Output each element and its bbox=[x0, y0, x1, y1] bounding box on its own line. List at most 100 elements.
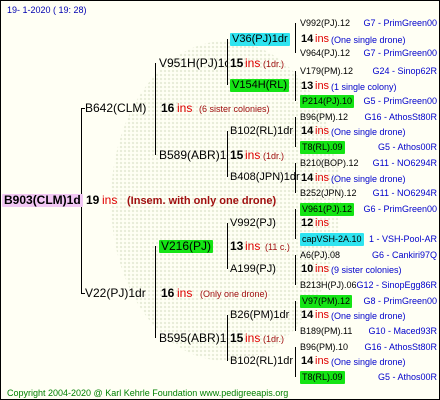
queen-g3-1[interactable]: V36(PJ)1dr bbox=[230, 33, 290, 46]
queen-g4-10[interactable]: capVSH-2A.10 bbox=[300, 233, 364, 246]
origin-g4-9: G6 - PrimGreen00 bbox=[363, 204, 437, 214]
origin-g4-14: G10 - Maced93R bbox=[368, 326, 437, 336]
queen-g2-1[interactable]: V951H(PJ)1c bbox=[159, 57, 227, 70]
g3-6-note: (9 sister colonies) bbox=[331, 265, 402, 275]
queen-g4-16[interactable]: T8(RL).09 bbox=[300, 371, 345, 384]
origin-g4-4: G5 - PrimGreen00 bbox=[363, 96, 437, 106]
g3-1-ins-label: ins bbox=[315, 33, 330, 45]
queen-g1-2[interactable]: V22(PJ)1dr bbox=[85, 287, 146, 300]
g2-1-note: (1dr.) bbox=[263, 59, 285, 69]
g3-5-ins-label: ins bbox=[315, 217, 330, 229]
g2-2-note: (1dr.) bbox=[263, 151, 285, 161]
queen-g3-2[interactable]: V154H(RL) bbox=[230, 79, 290, 92]
queen-g3-3[interactable]: B102(RL)1dr bbox=[230, 125, 293, 138]
g2-4-ins-label: ins bbox=[245, 331, 261, 345]
g1-2-ins-label: ins bbox=[177, 286, 193, 300]
origin-g4-16: G5 - Athos00R bbox=[377, 372, 437, 382]
g2-1-ins-label: ins bbox=[245, 56, 261, 70]
queen-g1-1[interactable]: B642(CLM) bbox=[85, 102, 146, 115]
g3-6-ins-label: ins bbox=[315, 263, 330, 275]
g2-4-note: (1dr.) bbox=[263, 334, 285, 344]
origin-g4-8: G11 - NO6294R bbox=[372, 188, 437, 198]
origin-g4-7: G11 - NO6294R bbox=[372, 158, 437, 168]
g3-7-ins-label: ins bbox=[315, 309, 330, 321]
g1-1-ins-count: 16 bbox=[161, 101, 175, 115]
g2-2-ins-label: ins bbox=[245, 148, 261, 162]
queen-g4-4[interactable]: P214(PJ).10 bbox=[300, 95, 355, 108]
g3-7-note: (One single drone) bbox=[331, 311, 406, 321]
queen-g4-12[interactable]: B213H(PJ).06 bbox=[300, 279, 357, 292]
g3-4-ins-count: 14 bbox=[301, 172, 314, 184]
queen-g4-8[interactable]: B252(JPN).12 bbox=[300, 187, 357, 200]
g3-6-ins-count: 10 bbox=[301, 263, 314, 275]
origin-g4-12: G12 - SinopEgg86R bbox=[356, 280, 437, 290]
origin-g4-11: G6 - Cankiri97Q bbox=[371, 250, 437, 260]
queen-g4-6[interactable]: T8(RL).09 bbox=[300, 141, 345, 154]
connector-g2b bbox=[155, 246, 156, 338]
root-ins-count: 19 bbox=[86, 193, 100, 207]
g2-3-ins-count: 13 bbox=[230, 239, 244, 253]
connector-g4 bbox=[295, 71, 296, 101]
g3-4-ins-label: ins bbox=[315, 172, 330, 184]
queen-g4-13[interactable]: V97(PM).12 bbox=[300, 295, 353, 308]
origin-g4-3: G24 - Sinop62R bbox=[372, 66, 437, 76]
g2-3-note: (11 c.) bbox=[265, 242, 290, 252]
g3-4-note: (One single drone) bbox=[331, 174, 406, 184]
queen-g4-14[interactable]: B189(PM).11 bbox=[300, 325, 352, 338]
queen-g4-1[interactable]: V992(PJ).12 bbox=[300, 17, 350, 30]
queen-g2-2[interactable]: B589(ABR)1c bbox=[159, 149, 227, 162]
queen-g4-9[interactable]: V961(PJ).12 bbox=[300, 203, 355, 216]
g3-3-note: (One single drone) bbox=[331, 127, 406, 137]
g1-2-ins-count: 16 bbox=[161, 286, 175, 300]
queen-g4-15[interactable]: B96(PM).10 bbox=[300, 341, 348, 354]
g3-3-ins-count: 14 bbox=[301, 125, 314, 137]
connector-g3 bbox=[227, 39, 228, 85]
g3-8-note: (One single drone) bbox=[331, 357, 406, 367]
queen-g4-2[interactable]: V964(PJ).12 bbox=[300, 47, 350, 60]
queen-g3-5[interactable]: V992(PJ) bbox=[230, 217, 276, 230]
connector-g3 bbox=[227, 131, 228, 177]
copyright-footer: Copyright 2004-2020 @ Karl Kehrle Founda… bbox=[7, 388, 289, 398]
root-note: (Insem. with only one drone) bbox=[127, 195, 277, 207]
connector-g4 bbox=[295, 23, 296, 53]
connector-g3 bbox=[227, 315, 228, 361]
queen-g3-4[interactable]: B408(JPN)1dr bbox=[230, 171, 300, 184]
origin-g4-10: 1 - VSH-Pool-AR bbox=[368, 234, 437, 244]
queen-g4-3[interactable]: V179(PM).12 bbox=[300, 65, 353, 78]
queen-g3-7[interactable]: B26(PM)1dr bbox=[230, 309, 289, 322]
root-ins-label: ins bbox=[102, 193, 118, 207]
queen-g4-5[interactable]: B96(PM).12 bbox=[300, 111, 348, 124]
queen-g2-3[interactable]: V216(PJ) bbox=[159, 240, 214, 253]
g1-1-ins-label: ins bbox=[177, 101, 193, 115]
root-queen[interactable]: B903(CLM)1d bbox=[2, 194, 83, 207]
g2-4-ins-count: 15 bbox=[230, 331, 244, 345]
g3-8-ins-label: ins bbox=[315, 355, 330, 367]
g3-1-note: (One single drone) bbox=[331, 35, 406, 45]
origin-g4-1: G7 - PrimGreen00 bbox=[363, 18, 437, 28]
g2-2-ins-count: 15 bbox=[230, 148, 244, 162]
g3-2-note: (1 single colony) bbox=[331, 82, 397, 92]
g3-8-ins-count: 14 bbox=[301, 355, 314, 367]
date-stamp: 19- 1-2020 ( 19: 28) bbox=[7, 5, 87, 15]
g1-1-note: (6 sister colonies) bbox=[199, 104, 270, 114]
queen-g4-11[interactable]: A6(PJ).08 bbox=[300, 249, 340, 262]
g3-3-ins-label: ins bbox=[315, 125, 330, 137]
connector-g4 bbox=[295, 347, 296, 377]
g3-5-ins-count: 12 bbox=[301, 217, 314, 229]
queen-g3-6[interactable]: A199(PJ) bbox=[230, 263, 276, 276]
queen-g3-8[interactable]: B102(RL)1dr bbox=[230, 355, 293, 368]
pedigree-frame: 19- 1-2020 ( 19: 28) B903(CLM)1d 19 ins … bbox=[0, 0, 440, 400]
g3-2-ins-count: 13 bbox=[301, 80, 314, 92]
g2-3-ins-label: ins bbox=[245, 239, 261, 253]
connector-g4 bbox=[295, 117, 296, 147]
connector-g4 bbox=[295, 301, 296, 331]
origin-g4-2: G7 - PrimGreen00 bbox=[363, 48, 437, 58]
origin-g4-5: G16 - AthosSt80R bbox=[364, 112, 437, 122]
g3-2-ins-label: ins bbox=[315, 80, 330, 92]
queen-g4-7[interactable]: B210(BOP).12 bbox=[300, 157, 359, 170]
connector-g2a bbox=[155, 63, 156, 155]
g3-7-ins-count: 14 bbox=[301, 309, 314, 321]
g3-1-ins-count: 14 bbox=[301, 33, 314, 45]
queen-g2-4[interactable]: B595(ABR)1c bbox=[159, 332, 227, 345]
origin-g4-15: G16 - AthosSt80R bbox=[364, 342, 437, 352]
